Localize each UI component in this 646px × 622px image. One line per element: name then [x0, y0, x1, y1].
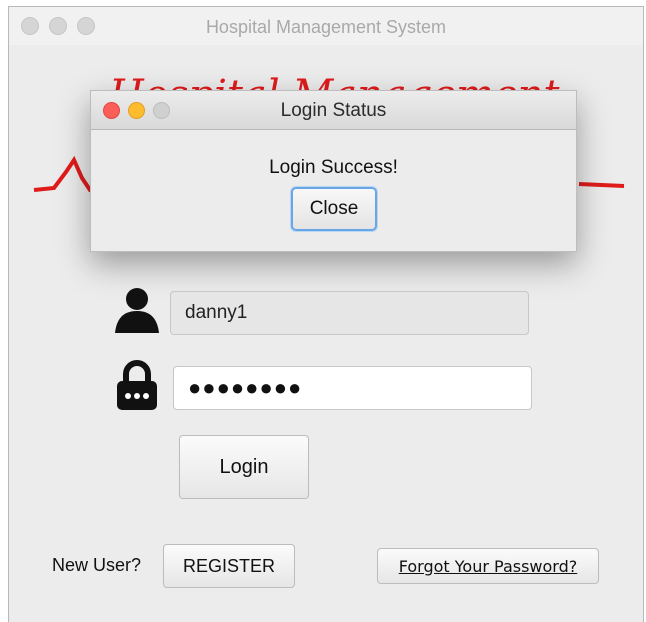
dialog-title: Login Status — [280, 100, 387, 121]
register-button[interactable]: REGISTER — [163, 544, 295, 588]
login-status-dialog: Login Status Login Success! Close — [90, 90, 577, 252]
dialog-message: Login Success! — [269, 157, 398, 178]
main-titlebar[interactable]: Hospital Management System — [9, 7, 643, 46]
username-field[interactable]: danny1 — [170, 291, 529, 335]
window-title: Hospital Management System — [205, 17, 447, 37]
forgot-password-button[interactable]: Forgot Your Password? — [377, 548, 599, 584]
dialog-titlebar[interactable]: Login Status — [91, 91, 576, 130]
close-button[interactable]: Close — [291, 187, 377, 231]
new-user-label: New User? — [52, 555, 142, 575]
login-button[interactable]: Login — [179, 435, 309, 499]
lock-icon — [117, 360, 157, 410]
user-icon — [115, 288, 159, 333]
password-field[interactable]: ●●●●●●●● — [173, 366, 532, 410]
